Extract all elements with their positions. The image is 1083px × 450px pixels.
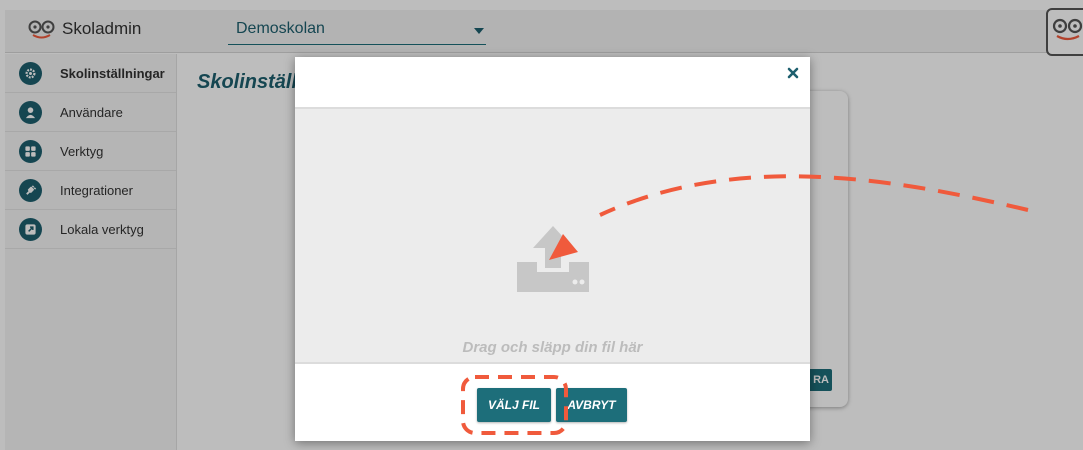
close-icon[interactable] bbox=[786, 66, 800, 80]
choose-file-button[interactable]: VÄLJ FIL bbox=[477, 388, 551, 422]
upload-icon bbox=[517, 226, 589, 292]
dropzone-hint: Drag och släpp din fil här bbox=[462, 339, 643, 356]
file-dropzone[interactable]: Drag och släpp din fil här bbox=[295, 107, 810, 364]
cancel-button[interactable]: AVBRYT bbox=[556, 388, 627, 422]
modal-footer: VÄLJ FIL AVBRYT bbox=[295, 366, 810, 441]
file-upload-dialog: Drag och släpp din fil här VÄLJ FIL AVBR… bbox=[295, 57, 810, 441]
